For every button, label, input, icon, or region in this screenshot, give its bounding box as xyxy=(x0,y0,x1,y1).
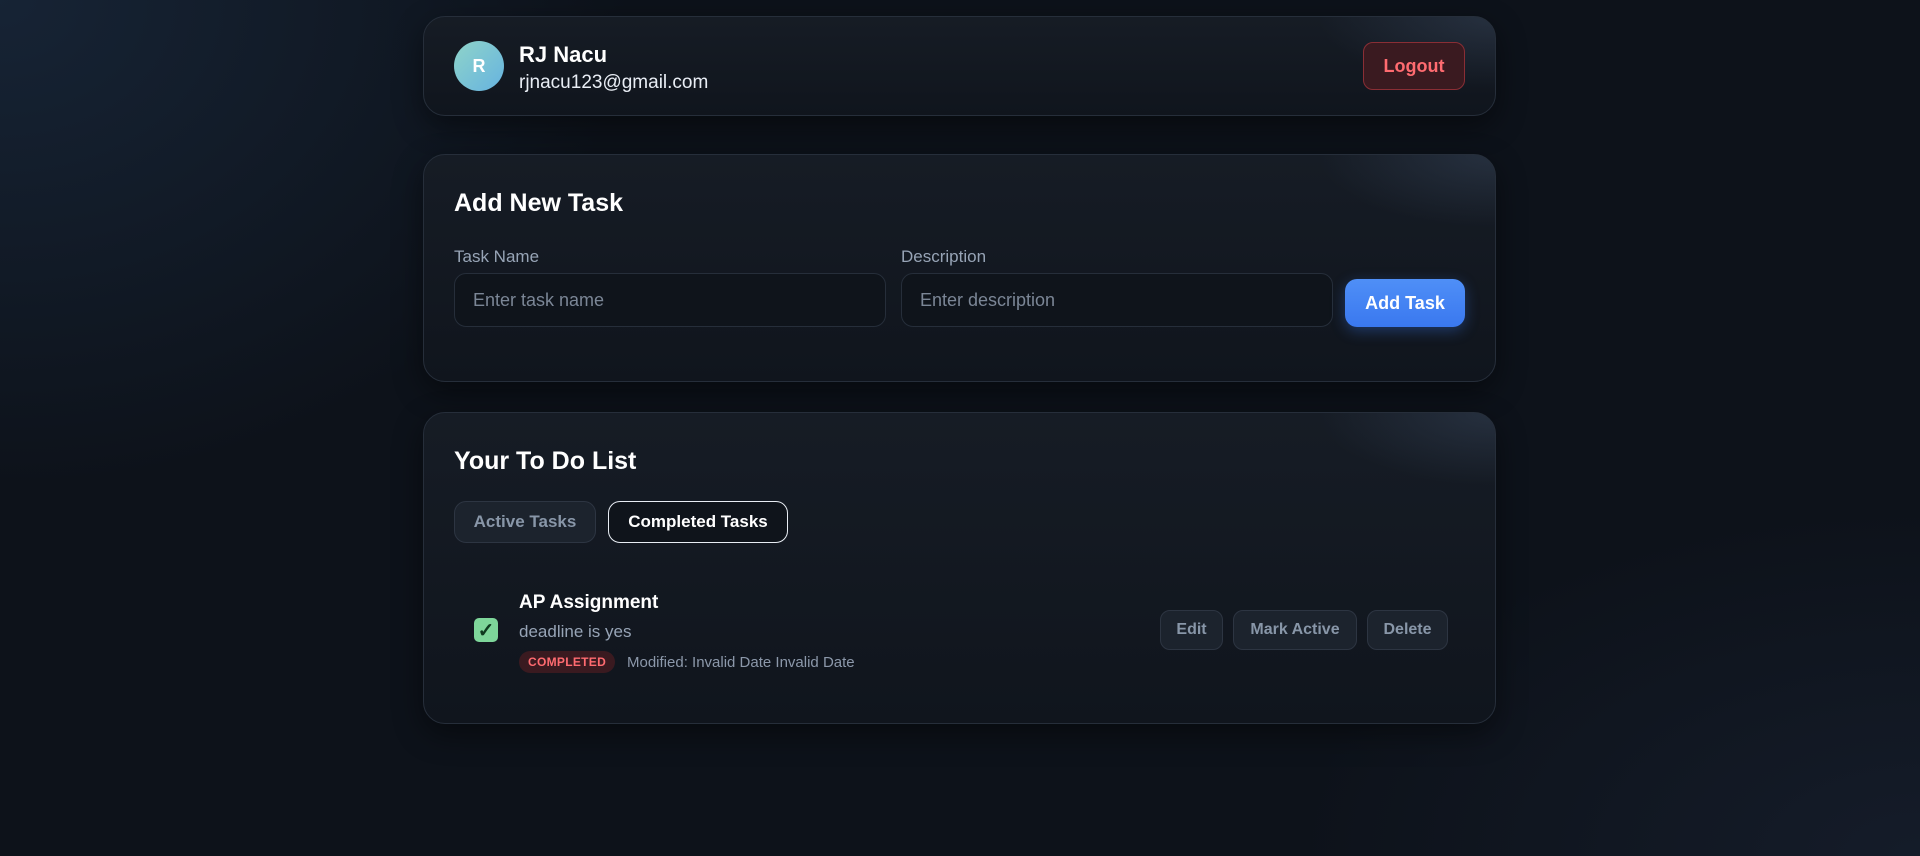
description-input[interactable] xyxy=(901,273,1333,327)
task-name-label: Task Name xyxy=(454,247,540,266)
avatar: R xyxy=(454,41,504,91)
edit-button[interactable]: Edit xyxy=(1160,610,1223,650)
tab-active-tasks[interactable]: Active Tasks xyxy=(454,501,596,543)
todo-list-card: Your To Do List Active Tasks Completed T… xyxy=(423,412,1496,724)
add-task-card: Add New Task Task Name Description Add T… xyxy=(423,154,1496,382)
tab-completed-tasks[interactable]: Completed Tasks xyxy=(608,501,788,543)
task-modified-date: Modified: Invalid Date Invalid Date xyxy=(627,654,855,671)
add-task-title: Add New Task xyxy=(454,189,624,217)
status-badge: COMPLETED xyxy=(519,651,616,673)
task-description: deadline is yes xyxy=(519,622,632,641)
checkmark-icon: ✓ xyxy=(477,619,495,642)
user-name: RJ Nacu xyxy=(519,42,608,67)
add-task-button[interactable]: Add Task xyxy=(1345,279,1465,327)
task-checkbox[interactable]: ✓ xyxy=(474,618,498,642)
mark-active-button[interactable]: Mark Active xyxy=(1233,610,1357,650)
user-email: rjnacu123@gmail.com xyxy=(519,72,709,93)
delete-button[interactable]: Delete xyxy=(1367,610,1448,650)
logout-button[interactable]: Logout xyxy=(1363,42,1465,90)
task-name-input[interactable] xyxy=(454,273,886,327)
user-header-card: R RJ Nacu rjnacu123@gmail.com Logout xyxy=(423,16,1496,116)
task-name: AP Assignment xyxy=(519,592,659,613)
todo-list-title: Your To Do List xyxy=(454,447,637,475)
description-label: Description xyxy=(901,247,987,266)
